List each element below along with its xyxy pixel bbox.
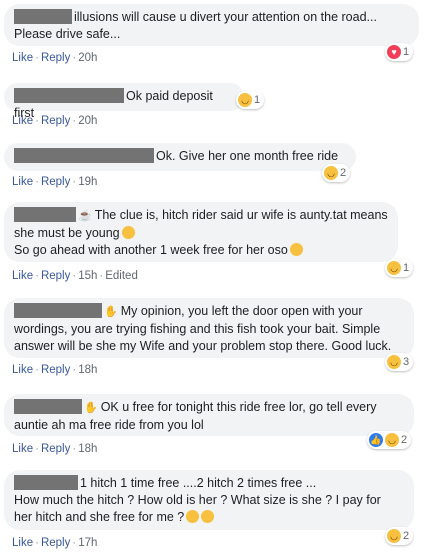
smile-emoji-icon	[121, 226, 135, 239]
separator: ·	[35, 52, 39, 64]
laughing-emoji-icon	[186, 510, 200, 523]
comment-bubble: illusions will cause u divert your atten…	[4, 4, 419, 46]
haha-icon: ◡	[385, 433, 399, 447]
redacted-name	[14, 399, 82, 414]
like-link[interactable]: Like	[12, 176, 33, 188]
redacted-name	[14, 148, 154, 163]
reaction-count: 2	[340, 167, 347, 179]
like-link[interactable]: Like	[12, 270, 33, 282]
reaction-summary[interactable]: ♥ 1	[385, 43, 414, 61]
reaction-count: 1	[254, 94, 261, 106]
laughing-emoji-icon	[201, 510, 215, 523]
laughing-emoji-icon	[289, 243, 303, 256]
separator: ·	[35, 364, 39, 376]
comment-bubble: ✋ My opinion, you left the door open with…	[4, 298, 414, 358]
comment-actions: Like · Reply · 18h	[12, 443, 97, 455]
waving-hand-icon: ✋	[104, 306, 118, 318]
reaction-summary[interactable]: ◡ 1	[236, 91, 265, 109]
reaction-count: 1	[403, 262, 410, 274]
comment-bubble: 1 hitch 1 time free ....2 hitch 2 times …	[4, 470, 414, 530]
comment-text: wordings, you are trying fishing and thi…	[14, 322, 381, 336]
reaction-summary[interactable]: ◡ 2	[385, 527, 414, 545]
comment-actions: Like · Reply · 18h	[12, 364, 97, 376]
love-icon: ♥	[387, 45, 401, 59]
reaction-count: 3	[403, 356, 410, 368]
timestamp[interactable]: 20h	[78, 52, 97, 64]
timestamp[interactable]: 18h	[78, 364, 97, 376]
comment-text: How much the hitch ? How old is her ? Wh…	[14, 493, 381, 507]
separator: ·	[35, 176, 39, 188]
reply-link[interactable]: Reply	[41, 52, 70, 64]
redacted-name	[14, 303, 102, 318]
reply-link[interactable]: Reply	[41, 176, 70, 188]
haha-icon: ◡	[387, 355, 401, 369]
redacted-name	[14, 207, 76, 222]
comment-actions: Like · Reply · 17h	[12, 537, 97, 549]
comment-bubble: Ok paid deposit first	[4, 83, 244, 120]
haha-icon: ◡	[387, 261, 401, 275]
redacted-name	[14, 9, 72, 24]
reply-link[interactable]: Reply	[41, 537, 70, 549]
like-link[interactable]: Like	[12, 115, 33, 127]
comment-text: auntie ah ma free ride from you lol	[14, 418, 204, 432]
comment-actions: Like · Reply · 20h	[12, 52, 97, 64]
comment-text: answer will be she my Wife and your prob…	[14, 339, 392, 353]
haha-icon: ◡	[324, 166, 338, 180]
comment-text: So go ahead with another 1 week free for…	[14, 243, 288, 257]
like-icon: 👍	[369, 433, 383, 447]
comment-text: illusions will cause u divert your atten…	[74, 10, 377, 24]
comment-text: 1 hitch 1 time free ....2 hitch 2 times …	[80, 476, 317, 490]
timestamp[interactable]: 15h	[78, 270, 97, 282]
reply-link[interactable]: Reply	[41, 115, 70, 127]
comment-text: Ok. Give her one month free ride	[156, 149, 339, 163]
reply-link[interactable]: Reply	[41, 364, 70, 376]
reaction-count: 2	[403, 530, 410, 542]
reaction-summary[interactable]: 👍 ◡ 2	[367, 431, 412, 449]
like-link[interactable]: Like	[12, 537, 33, 549]
separator: ·	[35, 115, 39, 127]
reply-link[interactable]: Reply	[41, 270, 70, 282]
comment-actions: Like · Reply · 19h	[12, 176, 97, 188]
redacted-name	[14, 88, 124, 103]
like-link[interactable]: Like	[12, 443, 33, 455]
comment-text: My opinion, you left the door open with …	[120, 304, 363, 318]
timestamp[interactable]: 19h	[78, 176, 97, 188]
separator: ·	[35, 537, 39, 549]
timestamp[interactable]: 17h	[78, 537, 97, 549]
haha-icon: ◡	[238, 93, 252, 107]
comment-bubble: ✋ OK u free for tonight this ride free lo…	[4, 394, 414, 436]
haha-icon: ◡	[387, 529, 401, 543]
timestamp[interactable]: 20h	[78, 115, 97, 127]
waving-hand-icon: ✋	[84, 402, 98, 414]
reaction-summary[interactable]: ◡ 1	[385, 259, 414, 277]
reply-link[interactable]: Reply	[41, 443, 70, 455]
separator: ·	[35, 270, 39, 282]
coffee-icon: ☕	[78, 210, 92, 222]
reaction-count: 1	[403, 46, 410, 58]
comment-text: Please drive safe...	[14, 27, 121, 41]
redacted-name	[14, 475, 78, 490]
edited-label[interactable]: Edited	[105, 270, 138, 282]
comment-bubble: Ok. Give her one month free ride	[4, 143, 356, 171]
comment-text: her hitch and she free for me ?	[14, 510, 185, 524]
comment-text: she must be young	[14, 226, 120, 240]
reaction-summary[interactable]: ◡ 2	[322, 164, 351, 182]
like-link[interactable]: Like	[12, 364, 33, 376]
comment-actions: Like · Reply · 20h	[12, 115, 97, 127]
comment-bubble: ☕ The clue is, hitch rider said ur wife i…	[4, 202, 398, 262]
comment-text: The clue is, hitch rider said ur wife is…	[94, 208, 388, 222]
reaction-summary[interactable]: ◡ 3	[385, 353, 414, 371]
comment-actions: Like · Reply · 15h · Edited	[12, 270, 138, 282]
like-link[interactable]: Like	[12, 52, 33, 64]
reaction-count: 2	[401, 434, 408, 446]
timestamp[interactable]: 18h	[78, 443, 97, 455]
comment-text: OK u free for tonight this ride free lor…	[100, 400, 377, 414]
separator: ·	[35, 443, 39, 455]
